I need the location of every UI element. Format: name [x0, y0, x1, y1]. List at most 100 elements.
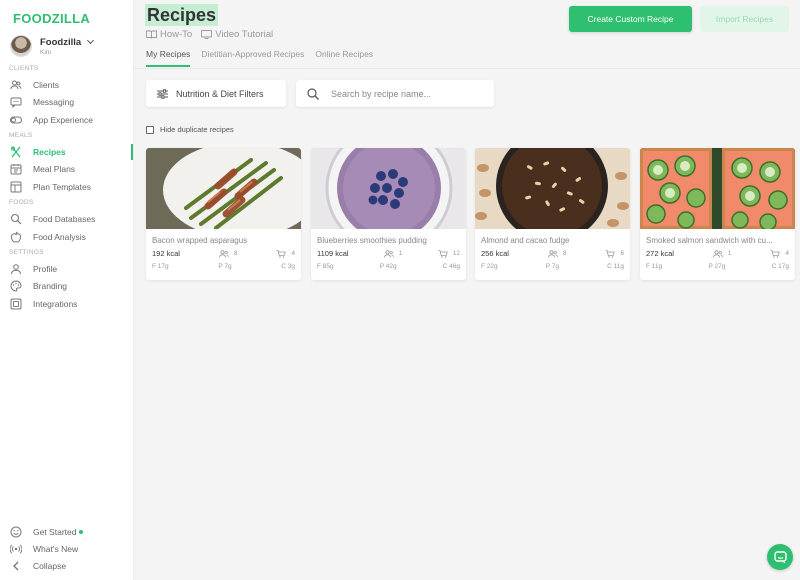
page-title: Recipes — [145, 4, 219, 26]
sidebar-item-get-started[interactable]: Get Started — [10, 524, 132, 540]
template-icon — [10, 181, 22, 193]
sidebar-item-meal-plans[interactable]: Meal Plans — [10, 161, 132, 177]
servings-count: 1 — [727, 250, 732, 257]
recipe-protein: P 27g — [708, 263, 726, 270]
broadcast-icon — [10, 543, 22, 555]
tab-online-recipes[interactable]: Online Recipes — [315, 49, 373, 67]
import-recipes-button[interactable]: Import Recipes — [700, 6, 789, 32]
recipe-kcal: 1109 kcal — [317, 249, 349, 258]
recipe-ingredients: 12 — [438, 249, 460, 258]
tab-dietitian-approved[interactable]: Dietitian-Approved Recipes — [201, 49, 304, 67]
howto-label: How-To — [160, 29, 193, 40]
sliders-icon — [157, 88, 168, 99]
recipe-fat: F 17g — [152, 263, 169, 270]
recipe-title: Almond and cacao fudge — [481, 236, 570, 245]
recipe-ingredients: 4 — [276, 249, 295, 258]
sidebar-item-recipes[interactable]: Recipes — [10, 144, 133, 160]
divider — [134, 68, 800, 69]
sidebar-item-messaging[interactable]: Messaging — [10, 94, 132, 110]
recipe-title: Blueberries smoothies pudding — [317, 236, 427, 245]
sidebar-item-label: Get Started — [33, 527, 77, 537]
sidebar-item-label: Food Analysis — [33, 232, 86, 242]
cart-icon — [438, 249, 448, 258]
search-icon — [307, 87, 319, 100]
recipe-carbs: C 17g — [771, 263, 789, 270]
calendar-icon — [10, 163, 22, 175]
recipe-card[interactable]: Bacon wrapped asparagus 192 kcal 8 4 F 1… — [146, 148, 301, 280]
hide-duplicates-checkbox[interactable] — [146, 125, 154, 134]
sidebar-item-profile[interactable]: Profile — [10, 261, 132, 277]
chevron-left-icon — [10, 560, 22, 572]
video-tutorial-label: Video Tutorial — [215, 29, 274, 40]
recipe-carbs: C 3g — [281, 263, 295, 270]
recipe-fat: F 85g — [317, 263, 334, 270]
monitor-icon — [201, 30, 213, 39]
recipe-servings: 1 — [383, 249, 403, 258]
servings-count: 1 — [398, 250, 403, 257]
recipe-ingredients: 4 — [770, 249, 789, 258]
recipe-card[interactable]: Smoked salmon sandwich with cu... 272 kc… — [640, 148, 795, 280]
video-tutorial-link[interactable]: Video Tutorial — [201, 29, 273, 40]
recipe-kcal: 272 kcal — [646, 249, 674, 258]
ingredients-count: 4 — [785, 250, 789, 257]
active-indicator — [131, 144, 133, 160]
chevron-down-icon — [87, 36, 95, 45]
recipe-kcal: 256 kcal — [481, 249, 509, 258]
recipe-title: Bacon wrapped asparagus — [152, 236, 248, 245]
create-custom-recipe-button[interactable]: Create Custom Recipe — [569, 6, 692, 32]
sidebar-item-label: Integrations — [33, 299, 78, 309]
recipe-tabs: My Recipes Dietitian-Approved Recipes On… — [146, 49, 384, 67]
chat-launcher-button[interactable] — [767, 544, 793, 570]
servings-icon — [547, 249, 558, 258]
sidebar-item-collapse[interactable]: Collapse — [10, 558, 132, 574]
recipe-servings: 1 — [712, 249, 732, 258]
cart-icon — [276, 249, 287, 258]
integrations-icon — [10, 298, 22, 310]
sidebar-item-app-experience[interactable]: App Experience — [10, 112, 132, 128]
avatar — [10, 35, 32, 57]
sidebar-item-food-databases[interactable]: Food Databases — [10, 211, 132, 227]
recipe-fat: F 22g — [481, 263, 498, 270]
user-menu[interactable]: Foodzilla Kim — [10, 35, 95, 57]
recipe-kcal: 192 kcal — [152, 249, 180, 258]
sidebar-item-label: Meal Plans — [33, 164, 76, 174]
recipe-card[interactable]: Blueberries smoothies pudding 1109 kcal … — [311, 148, 466, 280]
recipe-protein: P 7g — [545, 263, 559, 270]
servings-icon — [218, 249, 229, 258]
hide-duplicates-option[interactable]: Hide duplicate recipes — [146, 125, 234, 134]
sidebar-item-label: Plan Templates — [33, 182, 91, 192]
sidebar-item-plan-templates[interactable]: Plan Templates — [10, 179, 132, 195]
sidebar-item-whats-new[interactable]: What's New — [10, 541, 132, 557]
sidebar-item-label: What's New — [33, 544, 79, 554]
user-icon — [10, 263, 22, 275]
ingredients-count: 12 — [452, 250, 460, 257]
app-logo[interactable]: FOODZILLA — [13, 11, 90, 26]
sidebar-item-food-analysis[interactable]: Food Analysis — [10, 229, 132, 245]
sidebar-item-label: Recipes — [33, 147, 66, 157]
ingredients-count: 4 — [291, 250, 295, 257]
sidebar-item-branding[interactable]: Branding — [10, 278, 132, 294]
servings-icon — [712, 249, 723, 258]
servings-count: 8 — [233, 250, 238, 257]
recipe-fat: F 11g — [646, 263, 663, 270]
apple-icon — [10, 231, 22, 243]
ingredients-count: 6 — [620, 250, 624, 257]
howto-link[interactable]: How-To — [146, 29, 192, 40]
servings-icon — [383, 249, 394, 258]
cart-icon — [770, 249, 781, 258]
search-input[interactable] — [331, 88, 481, 99]
recipe-card[interactable]: Almond and cacao fudge 256 kcal 8 6 F 22… — [475, 148, 630, 280]
user-subtitle: Kim — [40, 48, 52, 56]
recipe-image — [640, 148, 795, 229]
section-label-meals: MEALS — [9, 132, 33, 139]
palette-icon — [10, 280, 22, 292]
tab-my-recipes[interactable]: My Recipes — [146, 49, 191, 67]
chat-bubble-icon — [773, 550, 787, 563]
book-icon — [146, 30, 157, 39]
recipe-image — [146, 148, 301, 229]
sidebar-item-clients[interactable]: Clients — [10, 77, 132, 93]
sidebar-item-integrations[interactable]: Integrations — [10, 296, 132, 312]
recipe-ingredients: 6 — [605, 249, 624, 258]
nutrition-filters-button[interactable]: Nutrition & Diet Filters — [146, 80, 286, 107]
search-box — [296, 80, 494, 107]
